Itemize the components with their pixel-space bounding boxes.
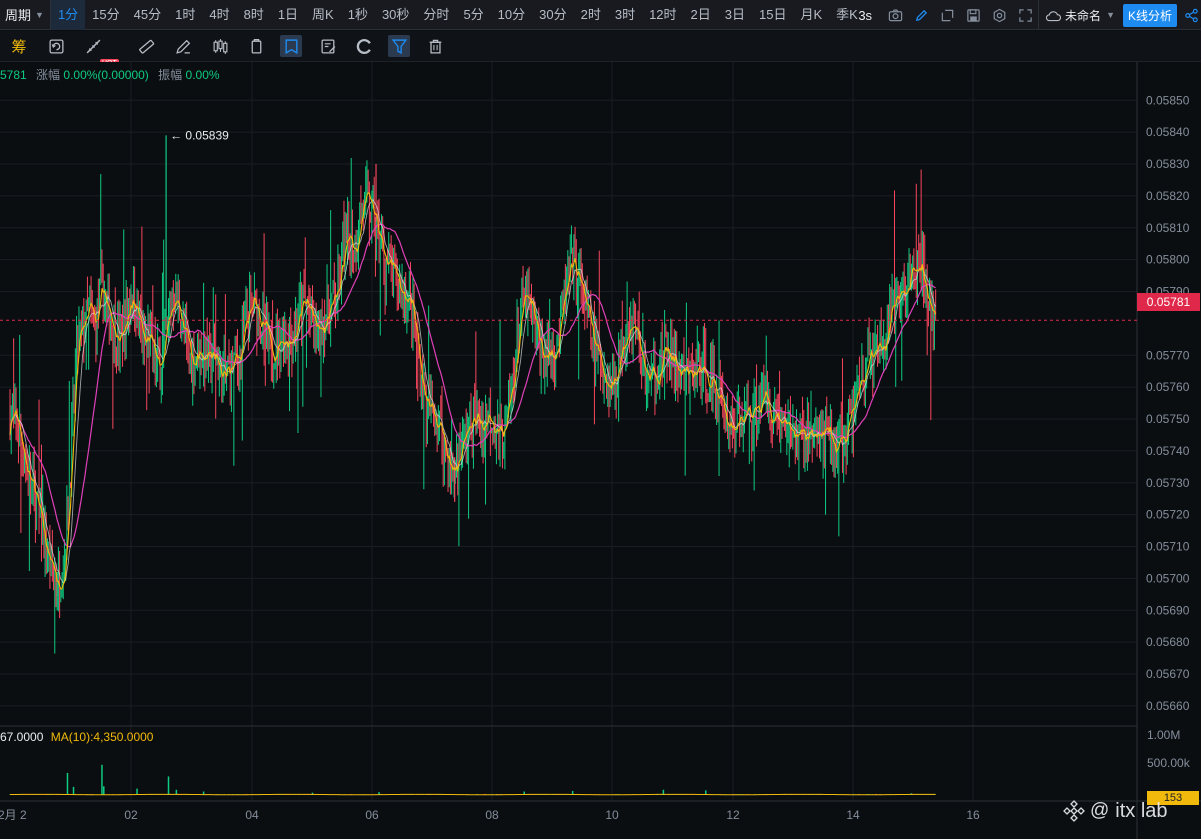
period-option[interactable]: 30分: [532, 0, 573, 30]
y-tick-label: 0.05670: [1146, 667, 1190, 681]
period-option[interactable]: 2时: [574, 0, 608, 30]
candle-style-icon[interactable]: [209, 35, 231, 57]
x-tick-label: 08: [485, 808, 499, 822]
legend-amp-value: 0.00%: [185, 68, 220, 82]
legend-change-value: 0.00%(0.00000): [63, 68, 149, 82]
save-icon[interactable]: [960, 0, 986, 30]
x-tick-label: 02: [124, 808, 138, 822]
y-tick-label: 0.05810: [1146, 221, 1190, 235]
layout-selector[interactable]: 未命名 ▼: [1038, 0, 1123, 30]
chevron-down-icon: ▼: [35, 9, 44, 20]
x-tick-label: 04: [245, 808, 259, 822]
volume-legend-prefix: 67.0000: [0, 730, 44, 744]
x-tick-label: 16: [966, 808, 980, 822]
y-tick-label: 0.05680: [1146, 635, 1190, 649]
period-option[interactable]: 1时: [168, 0, 202, 30]
top-right-controls: 3s 未命名 ▼ K线分析: [858, 0, 1201, 30]
period-bar: 周期 ▼ 1分 15分 45分 1时 4时 8时 1日 周K 1秒 30秒 分时 5分 10分 30分 2时…: [0, 0, 1201, 30]
volume-tick-label: 1.00M: [1147, 728, 1180, 742]
period-list: 1分 15分 45分 1时 4时 8时 1日 周K 1秒 30秒 分时 5分 10分 30分 2时 3时 12时…: [50, 0, 865, 30]
y-tick-label: 0.05660: [1146, 699, 1190, 713]
y-tick-label: 0.05830: [1146, 157, 1190, 171]
clipboard-icon[interactable]: [245, 35, 267, 57]
volume-legend: 67.0000 MA(10):4,350.0000: [0, 730, 153, 744]
replay-icon[interactable]: [45, 35, 67, 57]
legend-amp-label: 振幅: [158, 68, 183, 82]
x-tick-label: 14: [846, 808, 860, 822]
y-tick-label: 0.05800: [1146, 253, 1190, 267]
price-legend: 5781 涨幅 0.00%(0.00000) 振幅 0.00%: [0, 66, 220, 83]
chip-icon[interactable]: 筹: [8, 35, 30, 57]
y-tick-label: 0.05840: [1146, 125, 1190, 139]
pencil-icon[interactable]: [908, 0, 934, 30]
at-symbol: @: [1090, 800, 1110, 821]
period-option[interactable]: 10分: [491, 0, 532, 30]
period-option[interactable]: 3日: [718, 0, 752, 30]
watermark-text: itx lab: [1115, 799, 1168, 822]
y-tick-label: 0.05750: [1146, 412, 1190, 426]
expand-window-icon[interactable]: [934, 0, 960, 30]
period-option[interactable]: 月K: [793, 0, 829, 30]
period-option[interactable]: 1秒: [341, 0, 375, 30]
period-option[interactable]: 1分: [50, 0, 86, 30]
period-option[interactable]: 5分: [456, 0, 490, 30]
period-option[interactable]: 15日: [752, 0, 793, 30]
settings-icon[interactable]: [986, 0, 1012, 30]
period-option[interactable]: 2日: [684, 0, 718, 30]
watermark: @ itx lab: [1062, 799, 1168, 823]
last-price-tag: 0.05781: [1137, 293, 1200, 311]
notes-icon[interactable]: [317, 35, 339, 57]
period-option[interactable]: 1日: [271, 0, 305, 30]
price-chart[interactable]: 0.05850 0.05840 0.05830 0.05820 0.05810 0.058…: [0, 62, 1201, 839]
y-tick-label: 0.05730: [1146, 476, 1190, 490]
period-option[interactable]: 30秒: [375, 0, 416, 30]
period-option[interactable]: 周K: [305, 0, 341, 30]
y-tick-label: 0.05720: [1146, 508, 1190, 522]
period-option[interactable]: 12时: [642, 0, 683, 30]
period-option[interactable]: 15分: [85, 0, 126, 30]
legend-price: 5781: [0, 68, 27, 82]
period-selector[interactable]: 周期 ▼: [0, 0, 51, 30]
fullscreen-icon[interactable]: [1012, 0, 1038, 30]
magnet-frame-icon[interactable]: [280, 35, 302, 57]
y-tick-label: 0.05690: [1146, 603, 1190, 617]
y-tick-label: 0.05700: [1146, 571, 1190, 585]
period-option[interactable]: 8时: [237, 0, 271, 30]
cloud-icon: [1045, 10, 1062, 21]
x-tick-label: 10: [605, 808, 619, 822]
pen-icon[interactable]: [172, 35, 194, 57]
magnet-icon[interactable]: [353, 35, 375, 57]
ruler-icon[interactable]: [135, 35, 157, 57]
high-price-marker: ← 0.05839: [170, 128, 229, 142]
period-option[interactable]: 分时: [416, 0, 456, 30]
y-tick-label: 0.05820: [1146, 189, 1190, 203]
x-tick-label: 12: [726, 808, 740, 822]
y-tick-label: 0.05770: [1146, 348, 1190, 362]
period-option[interactable]: 3时: [608, 0, 642, 30]
y-tick-label: 0.05740: [1146, 444, 1190, 458]
layout-name: 未命名: [1065, 8, 1102, 23]
period-option[interactable]: 4时: [202, 0, 236, 30]
chevron-down-icon: ▼: [1106, 10, 1115, 20]
legend-change-label: 涨幅: [36, 68, 61, 82]
exchange-logo-icon: [1063, 800, 1085, 822]
kline-analysis-button[interactable]: K线分析: [1122, 3, 1177, 27]
x-tick-label: 06: [365, 808, 379, 822]
period-option[interactable]: 45分: [127, 0, 168, 30]
volume-tick-label: 500.00k: [1147, 756, 1191, 770]
period-selector-label: 周期: [5, 8, 32, 23]
y-tick-label: 0.05710: [1146, 540, 1190, 554]
refresh-interval[interactable]: 3s: [858, 8, 872, 23]
x-tick-label: 2月 2: [0, 808, 27, 822]
drawing-toolbar: 筹 HOT: [0, 31, 1201, 69]
volume-ma-legend: MA(10):4,350.0000: [50, 730, 154, 744]
filter-icon[interactable]: [388, 35, 410, 57]
y-tick-label: 0.05850: [1146, 93, 1190, 107]
trash-icon[interactable]: [424, 35, 446, 57]
indicator-icon[interactable]: [82, 35, 104, 57]
y-tick-label: 0.05760: [1146, 380, 1190, 394]
share-icon[interactable]: [1181, 0, 1201, 30]
camera-icon[interactable]: [882, 0, 908, 30]
